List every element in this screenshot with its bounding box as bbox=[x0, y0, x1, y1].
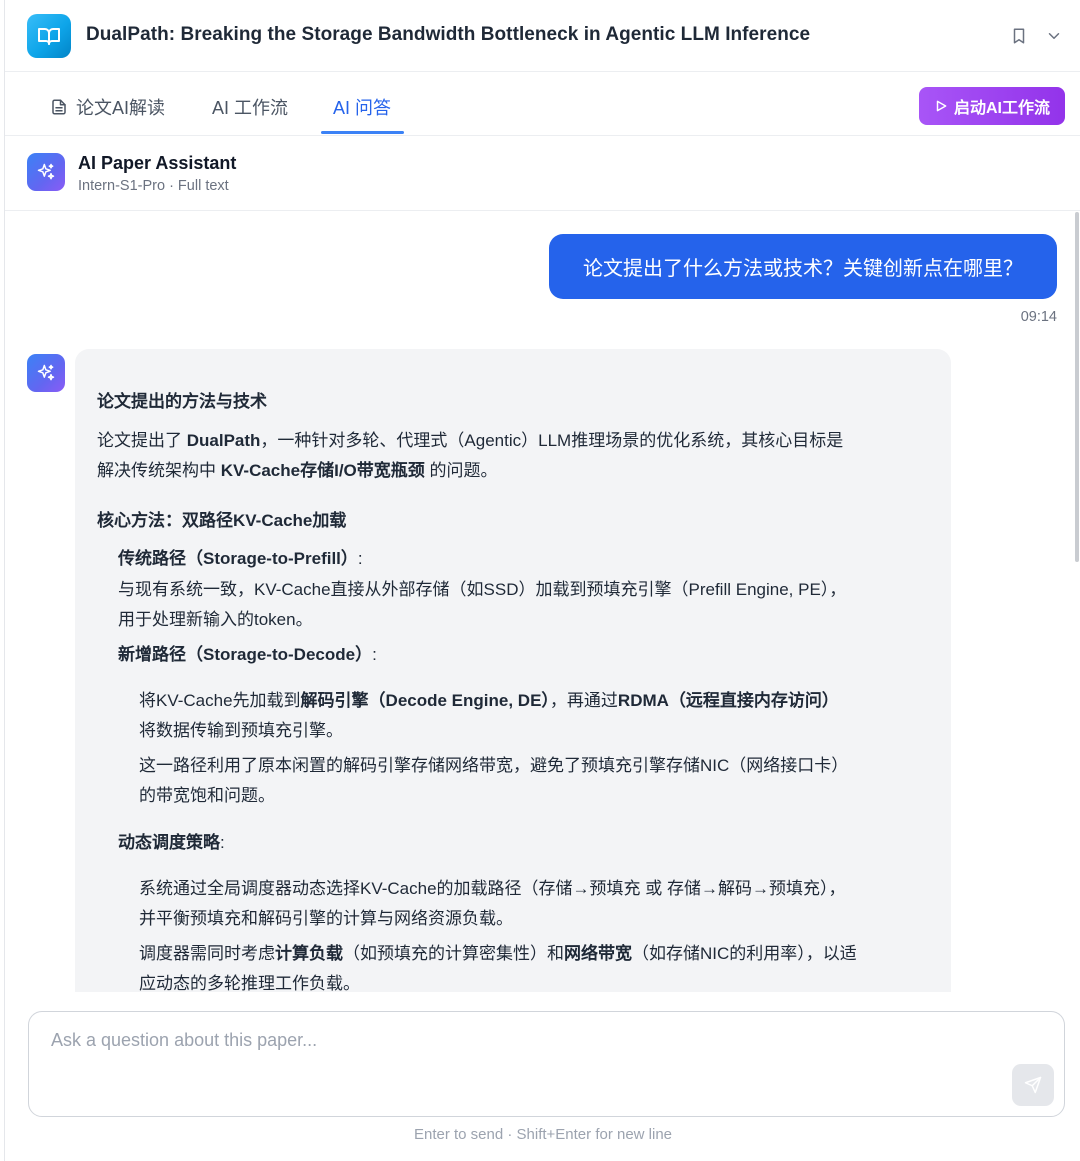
intro-line-1: 论文提出了 DualPath，一种针对多轮、代理式（Agentic）LLM推理场… bbox=[97, 426, 843, 451]
tab-ai-workflow[interactable]: AI 工作流 bbox=[212, 94, 288, 120]
user-message-text: 论文提出了什么方法或技术？关键创新点在哪里？ bbox=[583, 258, 1023, 280]
tab-ai-interpretation[interactable]: 论文AI解读 bbox=[50, 94, 165, 120]
document-icon bbox=[50, 98, 68, 116]
colon: : bbox=[220, 833, 225, 852]
text: ，再通过 bbox=[549, 691, 618, 710]
start-workflow-label: 启动AI工作流 bbox=[953, 100, 1050, 117]
tab-label: 论文AI解读 bbox=[76, 98, 166, 118]
intro-text: 的问题。 bbox=[424, 461, 498, 480]
bold-text: 解码引擎（Decode Engine, DE） bbox=[300, 691, 550, 710]
send-button[interactable] bbox=[1012, 1064, 1054, 1106]
active-tab-indicator bbox=[321, 131, 404, 134]
chat-area[interactable]: 论文提出了什么方法或技术？关键创新点在哪里？ 09:14 论文提出的方法与技术 … bbox=[5, 212, 1080, 992]
text: 将KV-Cache先加载到 bbox=[139, 691, 301, 710]
tab-label: AI 问答 bbox=[333, 98, 392, 118]
new-path-title: 新增路径（Storage-to-Decode）: bbox=[118, 640, 377, 665]
tab-ai-qa[interactable]: AI 问答 bbox=[333, 94, 391, 120]
sparkles-icon bbox=[27, 153, 65, 191]
assistant-subtitle: Intern-S1-Pro · Full text bbox=[78, 178, 229, 194]
question-input[interactable] bbox=[29, 1012, 1064, 1116]
colon: : bbox=[372, 645, 377, 664]
paper-title: DualPath: Breaking the Storage Bandwidth… bbox=[86, 24, 811, 45]
intro-bold: KV-Cache存储I/O带宽瓶颈 bbox=[220, 461, 425, 480]
traditional-path-line-2: 用于处理新输入的token。 bbox=[118, 610, 313, 629]
intro-bold: DualPath bbox=[186, 431, 261, 450]
scheduling-bullet-1-line-2: 并平衡预填充和解码引擎的计算与网络资源负载。 bbox=[139, 909, 513, 928]
intro-line-2: 解决传统架构中 KV-Cache存储I/O带宽瓶颈 的问题。 bbox=[97, 456, 498, 481]
new-path-bullet-2-line-2: 的带宽饱和问题。 bbox=[139, 786, 275, 805]
new-path-bullet-2-line-1: 这一路径利用了原本闲置的解码引擎存储网络带宽，避免了预填充引擎存储NIC（网络接… bbox=[139, 756, 849, 775]
new-path-bullet-1-line-2: 将数据传输到预填充引擎。 bbox=[139, 721, 343, 740]
bookmark-icon[interactable] bbox=[1009, 26, 1029, 46]
text: 调度器需同时考虑 bbox=[139, 944, 275, 963]
scheduling-bullet-2-line-1: 调度器需同时考虑计算负载（如预填充的计算密集性）和网络带宽（如存储NIC的利用率… bbox=[139, 939, 857, 964]
bold-text: 网络带宽 bbox=[564, 944, 632, 963]
assistant-header: AI Paper Assistant Intern-S1-Pro · Full … bbox=[5, 137, 1080, 211]
scheduling-title-text: 动态调度策略 bbox=[118, 833, 220, 852]
scheduling-bullet-2-line-2: 应动态的多轮推理工作负载。 bbox=[139, 974, 360, 992]
start-workflow-button[interactable]: 启动AI工作流 bbox=[919, 87, 1065, 125]
text: （如预填充的计算密集性）和 bbox=[343, 944, 564, 963]
play-icon bbox=[934, 99, 948, 113]
intro-text: 论文提出了 bbox=[97, 431, 187, 450]
sparkles-icon bbox=[27, 354, 65, 392]
traditional-title-text: 传统路径（Storage-to-Prefill） bbox=[118, 549, 358, 568]
scheduling-bullet-1-line-1: 系统通过全局调度器动态选择KV-Cache的加载路径（存储→预填充 或 存储→解… bbox=[139, 879, 846, 898]
bold-text: 计算负载 bbox=[275, 944, 343, 963]
colon: : bbox=[357, 549, 363, 568]
intro-text: 解决传统架构中 bbox=[97, 461, 221, 480]
bold-text: RDMA（远程直接内存访问） bbox=[617, 691, 839, 710]
traditional-path-line-1: 与现有系统一致，KV-Cache直接从外部存储（如SSD）加载到预填充引擎（Pr… bbox=[118, 580, 847, 599]
tab-label: AI 工作流 bbox=[212, 98, 289, 118]
question-input-box bbox=[28, 1011, 1065, 1117]
ai-message-bubble: 论文提出的方法与技术 论文提出了 DualPath，一种针对多轮、代理式（Age… bbox=[75, 349, 951, 992]
input-hint: Enter to send · Shift+Enter for new line bbox=[413, 1126, 673, 1143]
assistant-name: AI Paper Assistant bbox=[78, 153, 237, 173]
traditional-path-title: 传统路径（Storage-to-Prefill）: bbox=[118, 544, 363, 569]
chat-scrollbar[interactable] bbox=[1075, 212, 1079, 562]
send-icon bbox=[1024, 1076, 1042, 1094]
tab-bar: 论文AI解读 AI 工作流 AI 问答 启动AI工作流 bbox=[5, 72, 1080, 136]
paper-panel: DualPath: Breaking the Storage Bandwidth… bbox=[4, 0, 1080, 1161]
panel-header: DualPath: Breaking the Storage Bandwidth… bbox=[5, 0, 1080, 72]
scheduling-title: 动态调度策略: bbox=[118, 828, 225, 853]
book-open-icon bbox=[27, 14, 71, 58]
chevron-down-icon[interactable] bbox=[1044, 26, 1064, 46]
user-message-bubble: 论文提出了什么方法或技术？关键创新点在哪里？ bbox=[549, 234, 1057, 299]
answer-heading: 论文提出的方法与技术 bbox=[97, 392, 267, 411]
core-method-heading: 核心方法：双路径KV-Cache加载 bbox=[97, 511, 347, 530]
text: （如存储NIC的利用率），以适 bbox=[632, 944, 857, 963]
new-path-bullet-1-line-1: 将KV-Cache先加载到解码引擎（Decode Engine, DE），再通过… bbox=[139, 686, 839, 711]
new-path-title-text: 新增路径（Storage-to-Decode） bbox=[118, 645, 373, 664]
intro-text: ，一种针对多轮、代理式（Agentic）LLM推理场景的优化系统，其核心目标是 bbox=[260, 431, 844, 450]
message-timestamp: 09:14 bbox=[1020, 309, 1057, 325]
